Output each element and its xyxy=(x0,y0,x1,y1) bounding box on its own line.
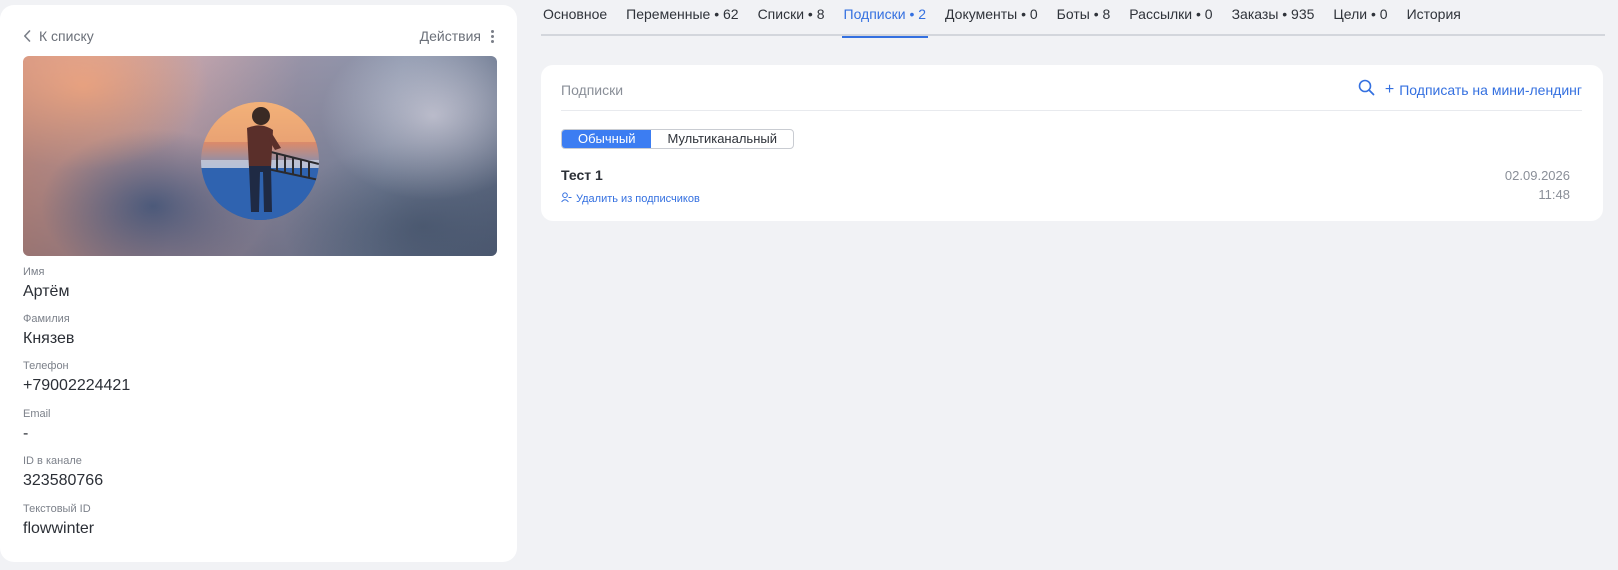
field-text-id: Текстовый ID flowwinter xyxy=(23,503,94,538)
kebab-menu-icon xyxy=(491,29,494,43)
field-value: 323580766 xyxy=(23,472,104,489)
tab-goals[interactable]: Цели • 0 xyxy=(1331,0,1389,36)
user-minus-icon xyxy=(561,192,572,206)
field-last-name: Фамилия Князев xyxy=(23,313,74,348)
subscription-name: Тест 1 xyxy=(561,167,603,183)
subscriptions-title: Подписки xyxy=(561,82,624,98)
tab-subscriptions[interactable]: Подписки • 2 xyxy=(841,0,929,38)
subscriptions-card: Подписки + Подписать на мини-лендинг Обы… xyxy=(541,65,1603,221)
subscription-datetime: 02.09.2026 11:48 xyxy=(1505,166,1570,204)
field-email: Email - xyxy=(23,408,51,443)
field-channel-id: ID в канале 323580766 xyxy=(23,455,103,490)
segment-regular[interactable]: Обычный xyxy=(562,130,652,148)
field-label: ID в канале xyxy=(23,455,82,467)
profile-header: К списку Действия xyxy=(23,26,494,46)
plus-icon: + xyxy=(1384,81,1395,98)
tab-history[interactable]: История xyxy=(1405,0,1463,36)
remove-subscriber-label: Удалить из подписчиков xyxy=(576,193,700,205)
tab-mailings[interactable]: Рассылки • 0 xyxy=(1127,0,1214,36)
back-link-label: К списку xyxy=(39,28,94,44)
field-first-name: Имя Артём xyxy=(23,266,69,301)
tab-bots[interactable]: Боты • 8 xyxy=(1055,0,1113,36)
search-icon[interactable] xyxy=(1358,79,1375,101)
chevron-left-icon xyxy=(23,30,31,42)
tab-orders[interactable]: Заказы • 935 xyxy=(1230,0,1317,36)
field-phone: Телефон +79002224421 xyxy=(23,360,130,395)
subscribe-to-landing-button[interactable]: + Подписать на мини-лендинг xyxy=(1384,81,1582,99)
tab-documents[interactable]: Документы • 0 xyxy=(943,0,1040,36)
subscription-type-switch: Обычный Мультиканальный xyxy=(561,129,794,149)
field-value: Князев xyxy=(23,330,75,347)
segment-multichannel[interactable]: Мультиканальный xyxy=(651,130,793,148)
profile-card: К списку Действия Имя Артём Фамилия Княз… xyxy=(0,5,517,562)
tab-variables[interactable]: Переменные • 62 xyxy=(624,0,740,36)
field-label: Email xyxy=(23,408,51,420)
subscribe-to-landing-label: Подписать на мини-лендинг xyxy=(1399,82,1582,98)
actions-menu-button[interactable]: Действия xyxy=(420,28,494,44)
field-value: flowwinter xyxy=(23,520,95,537)
subscription-time: 11:48 xyxy=(1538,187,1570,202)
subscription-date: 02.09.2026 xyxy=(1504,168,1570,183)
field-value: +79002224421 xyxy=(23,377,131,394)
field-value: Артём xyxy=(23,283,70,300)
avatar xyxy=(201,102,319,220)
field-label: Имя xyxy=(23,266,45,278)
back-to-list-link[interactable]: К списку xyxy=(23,28,94,44)
remove-subscriber-button[interactable]: Удалить из подписчиков xyxy=(561,192,700,206)
subscriptions-header: Подписки + Подписать на мини-лендинг xyxy=(561,79,1582,111)
tab-main[interactable]: Основное xyxy=(541,0,609,36)
profile-tabs: Основное Переменные • 62 Списки • 8 Подп… xyxy=(541,0,1605,38)
field-value: - xyxy=(23,425,29,442)
subscriptions-tools: + Подписать на мини-лендинг xyxy=(1358,79,1582,101)
field-label: Текстовый ID xyxy=(23,503,91,515)
tab-lists[interactable]: Списки • 8 xyxy=(756,0,827,36)
actions-label: Действия xyxy=(419,28,481,44)
field-label: Телефон xyxy=(23,360,69,372)
field-label: Фамилия xyxy=(23,313,70,325)
